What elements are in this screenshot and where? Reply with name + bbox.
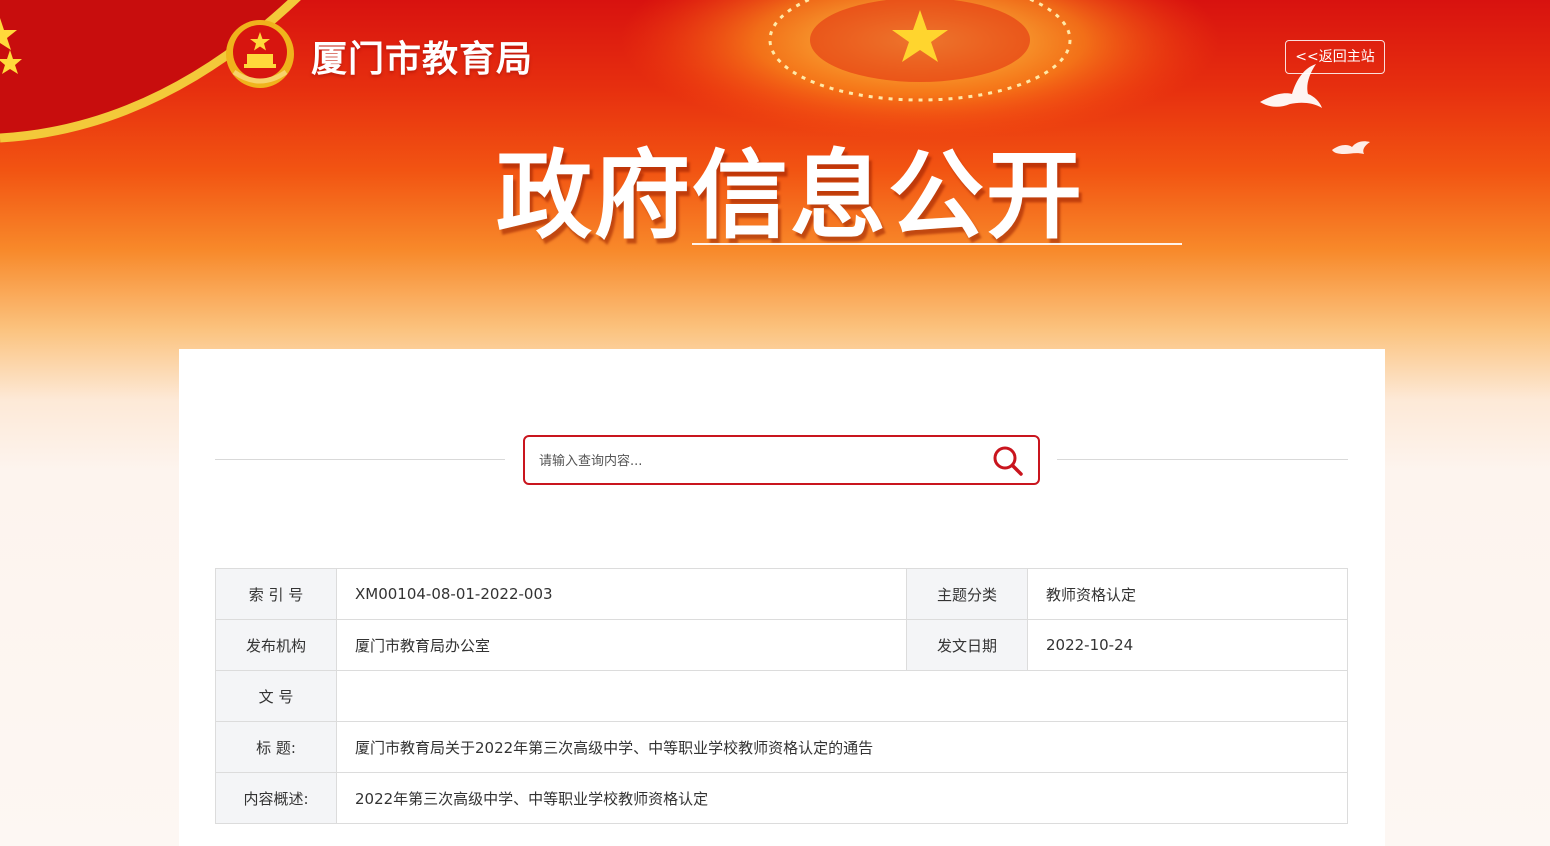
document-info-table: 索 引 号 XM00104-08-01-2022-003 主题分类 教师资格认定… [215, 568, 1348, 824]
index-number-value: XM00104-08-01-2022-003 [336, 568, 907, 620]
document-number-label: 文 号 [215, 670, 337, 722]
table-row: 文 号 [215, 670, 1348, 722]
content-panel: 索 引 号 XM00104-08-01-2022-003 主题分类 教师资格认定… [179, 349, 1385, 846]
index-number-label: 索 引 号 [215, 568, 337, 620]
table-row: 内容概述: 2022年第三次高级中学、中等职业学校教师资格认定 [215, 772, 1348, 824]
publisher-value: 厦门市教育局办公室 [336, 619, 907, 671]
issue-date-label: 发文日期 [906, 619, 1028, 671]
divider-line [1057, 459, 1348, 460]
issue-date-value: 2022-10-24 [1027, 619, 1348, 671]
title-value: 厦门市教育局关于2022年第三次高级中学、中等职业学校教师资格认定的通告 [336, 721, 1348, 773]
summary-label: 内容概述: [215, 772, 337, 824]
header-banner: 厦门市教育局 <<返回主站 政府信息公开 [0, 0, 1550, 350]
headline-underline [692, 243, 1182, 245]
topic-category-value: 教师资格认定 [1027, 568, 1348, 620]
divider-line [215, 459, 505, 460]
document-number-value [336, 670, 1348, 722]
national-emblem-icon [226, 20, 294, 88]
search-icon[interactable] [991, 445, 1025, 477]
page-headline: 政府信息公开 [496, 140, 1084, 252]
table-row: 标 题: 厦门市教育局关于2022年第三次高级中学、中等职业学校教师资格认定的通… [215, 721, 1348, 773]
dove-icon [1332, 141, 1370, 154]
table-row: 发布机构 厦门市教育局办公室 发文日期 2022-10-24 [215, 619, 1348, 671]
search-section [215, 435, 1348, 485]
topic-category-label: 主题分类 [906, 568, 1028, 620]
flag-swoosh-decoration [0, 0, 301, 143]
title-label: 标 题: [215, 721, 337, 773]
dove-icon [1260, 64, 1322, 108]
site-name: 厦门市教育局 [311, 39, 534, 80]
summary-value: 2022年第三次高级中学、中等职业学校教师资格认定 [336, 772, 1348, 824]
search-input[interactable] [539, 449, 969, 473]
table-row: 索 引 号 XM00104-08-01-2022-003 主题分类 教师资格认定 [215, 568, 1348, 620]
search-box [523, 435, 1040, 485]
publisher-label: 发布机构 [215, 619, 337, 671]
